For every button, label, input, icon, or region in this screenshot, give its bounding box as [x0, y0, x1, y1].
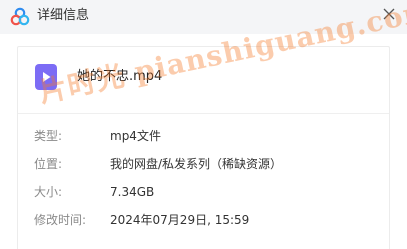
file-header: 她的不忠.mp4	[18, 47, 389, 114]
close-button[interactable]	[379, 4, 399, 24]
app-logo-icon	[10, 7, 30, 26]
type-value: mp4文件	[110, 129, 161, 143]
modified-value: 2024年07月29日, 15:59	[110, 213, 250, 227]
video-file-icon	[35, 64, 57, 90]
close-icon	[383, 8, 395, 20]
size-label: 大小:	[34, 185, 63, 199]
location-value[interactable]: 我的网盘/私发系列（稀缺资源）	[110, 155, 282, 173]
dialog-title: 详细信息	[37, 8, 90, 23]
location-label: 位置:	[34, 157, 63, 171]
modified-label: 修改时间:	[34, 213, 87, 227]
details-panel: 她的不忠.mp4 类型: mp4文件 位置: 我的网盘/私发系列（稀缺资源） 大…	[17, 46, 390, 249]
file-details-dialog: 详细信息 她的不忠.mp4 类型: mp4文件 位置: 我的网盘/私发系列（稀缺…	[0, 0, 407, 249]
title-bar: 详细信息	[0, 0, 407, 34]
size-value: 7.34GB	[110, 185, 155, 199]
file-name: 她的不忠.mp4	[77, 69, 163, 84]
type-label: 类型:	[34, 129, 63, 143]
